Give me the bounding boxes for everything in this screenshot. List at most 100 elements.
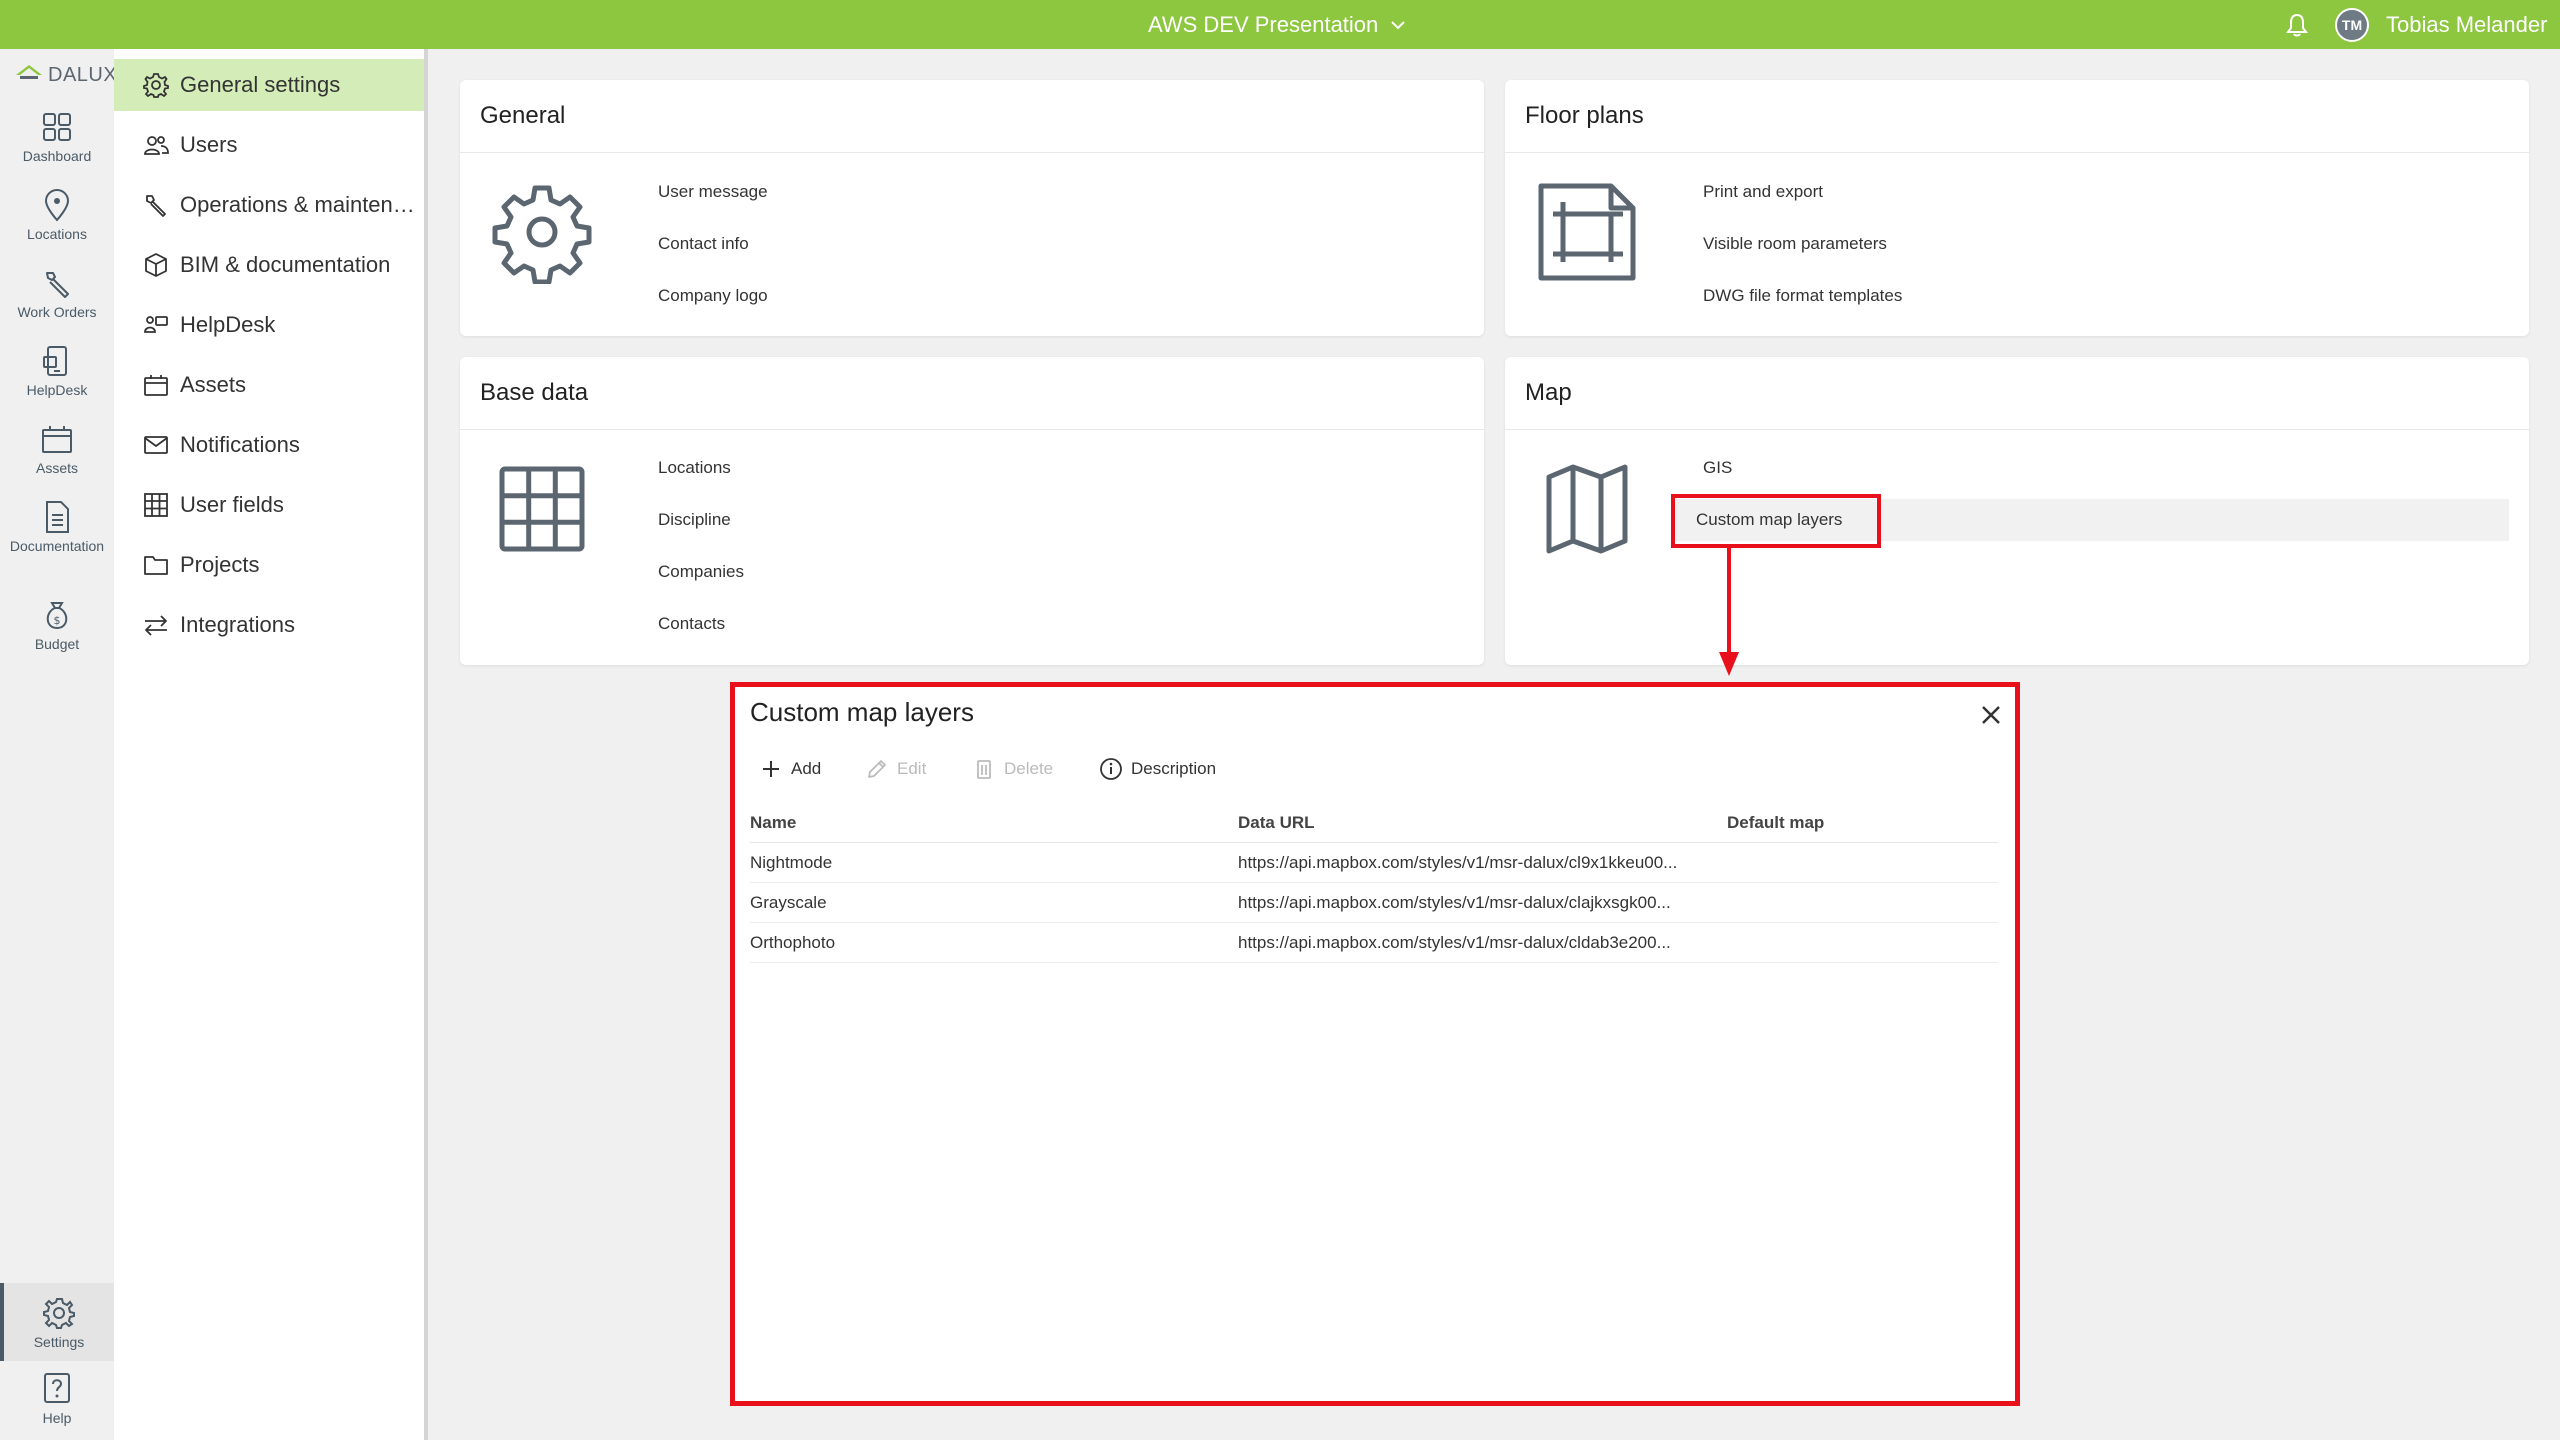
annotation-highlight-box [1671, 494, 1881, 548]
menu-item-helpdesk[interactable]: HelpDesk [114, 299, 424, 351]
card-general: General User message Contact info Compan… [460, 80, 1484, 336]
menu-label: Projects [180, 552, 260, 577]
link-companies[interactable]: Companies [650, 552, 744, 592]
menu-item-user-fields[interactable]: User fields [114, 479, 424, 531]
arrows-exchange-icon [145, 615, 167, 636]
rail-label: Work Orders [17, 304, 97, 320]
users-icon [144, 136, 169, 155]
top-bar: AWS DEV Presentation TM Tobias Melander [0, 0, 2560, 49]
link-company-logo[interactable]: Company logo [650, 276, 768, 316]
delete-button[interactable]: Delete [972, 749, 1053, 789]
card-floor-plans: Floor plans Print and export Visible roo… [1505, 80, 2529, 336]
rail-label: Locations [27, 226, 87, 242]
close-icon[interactable] [1975, 699, 2007, 731]
column-header-data-url[interactable]: Data URL [1238, 803, 1708, 843]
link-user-message[interactable]: User message [650, 172, 768, 212]
rail-label: Dashboard [22, 148, 92, 164]
cell-name: Nightmode [750, 853, 833, 872]
rail-item-documentation[interactable]: Documentation [0, 499, 114, 554]
card-divider [1505, 429, 2529, 430]
link-gis[interactable]: GIS [1695, 448, 1732, 488]
cell-data-url: https://api.mapbox.com/styles/v1/msr-dal… [1238, 853, 1678, 872]
rail-item-assets[interactable]: Assets [0, 421, 114, 476]
info-icon [1100, 758, 1122, 780]
card-title: Base data [480, 379, 589, 406]
cell-default-map [1727, 923, 1987, 963]
money-bag-icon: $ [46, 602, 68, 630]
link-locations[interactable]: Locations [650, 448, 731, 488]
menu-item-general-settings[interactable]: General settings [114, 59, 424, 111]
rail-label: Help [42, 1410, 72, 1426]
rail-label: HelpDesk [26, 382, 88, 398]
gear-icon [43, 1297, 75, 1329]
gear-icon [143, 73, 169, 98]
rail-item-work-orders[interactable]: Work Orders [0, 265, 114, 320]
description-label: Description [1131, 759, 1217, 778]
floor-plan-icon [1538, 183, 1636, 281]
grid-icon [43, 113, 71, 141]
left-rail: DALUX Dashboard Locations Work Orders He… [0, 49, 117, 1440]
rail-item-dashboard[interactable]: Dashboard [0, 109, 114, 164]
menu-item-users[interactable]: Users [114, 119, 424, 171]
column-header-default-map[interactable]: Default map [1727, 803, 1987, 843]
table-row[interactable]: Grayscale https://api.mapbox.com/styles/… [750, 883, 1998, 923]
menu-item-projects[interactable]: Projects [114, 539, 424, 591]
menu-label: HelpDesk [180, 312, 276, 337]
rail-item-settings[interactable]: Settings [0, 1283, 114, 1361]
menu-label: BIM & documentation [180, 252, 391, 277]
folder-icon [144, 556, 168, 575]
delete-label: Delete [1004, 759, 1054, 778]
cell-data-url: https://api.mapbox.com/styles/v1/msr-dal… [1238, 893, 1671, 912]
rail-label: Documentation [9, 538, 105, 554]
link-contact-info[interactable]: Contact info [650, 224, 749, 264]
add-label: Add [791, 759, 822, 778]
menu-item-operations-maintenance[interactable]: Operations & maintenance [114, 179, 424, 231]
menu-item-bim-documentation[interactable]: BIM & documentation [114, 239, 424, 291]
cube-icon [145, 253, 167, 277]
edit-label: Edit [897, 759, 927, 778]
rail-item-locations[interactable]: Locations [0, 187, 114, 242]
rail-label: Assets [35, 460, 78, 476]
brand-name: DALUX [48, 63, 118, 86]
document-icon [46, 501, 69, 533]
plus-icon [763, 761, 779, 777]
link-discipline[interactable]: Discipline [650, 500, 731, 540]
menu-item-integrations[interactable]: Integrations [114, 599, 424, 651]
link-dwg-file-format-templates[interactable]: DWG file format templates [1695, 276, 1902, 316]
table-row[interactable]: Nightmode https://api.mapbox.com/styles/… [750, 843, 1998, 883]
envelope-icon [144, 436, 168, 454]
helpdesk-phone-icon [43, 346, 67, 376]
card-divider [1505, 152, 2529, 153]
project-name: AWS DEV Presentation [1148, 11, 1379, 37]
card-title: Floor plans [1525, 102, 1644, 129]
link-contacts[interactable]: Contacts [650, 604, 725, 644]
link-print-and-export[interactable]: Print and export [1695, 172, 1823, 212]
card-base-data: Base data Locations Discipline Companies… [460, 357, 1484, 665]
menu-item-assets[interactable]: Assets [114, 359, 424, 411]
user-name[interactable]: Tobias Melander [2386, 0, 2547, 49]
edit-button[interactable]: Edit [865, 749, 926, 789]
menu-item-notifications[interactable]: Notifications [114, 419, 424, 471]
cell-name: Grayscale [750, 893, 827, 912]
table-row[interactable]: Orthophoto https://api.mapbox.com/styles… [750, 923, 1998, 963]
annotation-arrow-icon [1719, 548, 1739, 676]
column-header-name[interactable]: Name [750, 803, 1230, 843]
card-title: General [480, 102, 566, 129]
dalux-logo[interactable]: DALUX [14, 63, 117, 87]
rail-item-helpdesk[interactable]: HelpDesk [0, 343, 114, 398]
rail-item-budget[interactable]: $ Budget [0, 597, 114, 652]
question-icon [44, 1373, 70, 1403]
project-selector[interactable]: AWS DEV Presentation [1148, 0, 1408, 49]
menu-label: Operations & maintenance [180, 192, 424, 217]
link-visible-room-parameters[interactable]: Visible room parameters [1695, 224, 1887, 264]
rail-item-help[interactable]: Help [0, 1371, 114, 1426]
avatar[interactable]: TM [2335, 8, 2369, 42]
description-button[interactable]: Description [1099, 749, 1216, 789]
trash-icon [977, 760, 991, 779]
menu-label: General settings [180, 72, 341, 97]
wrench-icon [46, 272, 69, 298]
bell-icon[interactable] [2284, 12, 2310, 38]
rail-label: Budget [34, 636, 80, 652]
add-button[interactable]: Add [759, 749, 821, 789]
cell-default-map [1727, 843, 1987, 883]
